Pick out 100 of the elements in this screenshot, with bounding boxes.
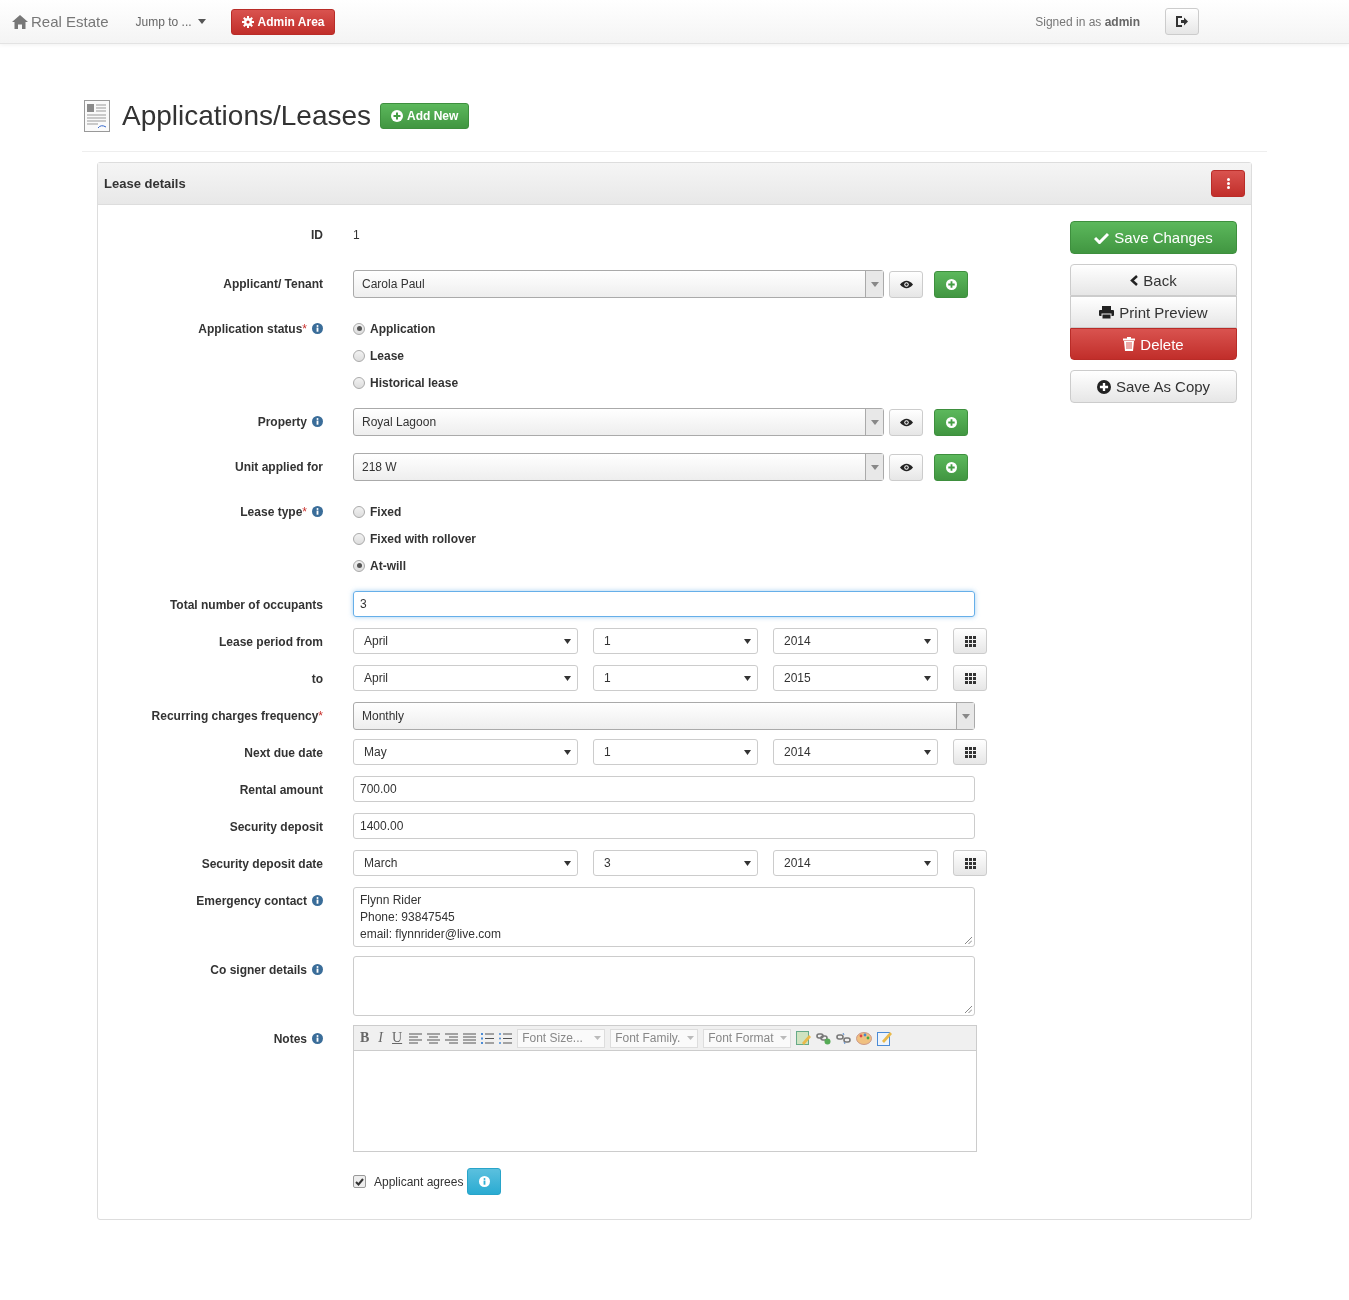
vertical-dots-icon <box>1226 178 1230 189</box>
caret-icon <box>564 749 571 755</box>
caret-icon <box>924 749 931 755</box>
save-as-copy-button[interactable]: Save As Copy <box>1070 370 1237 403</box>
day-dropdown[interactable]: 3 <box>593 850 758 876</box>
admin-area-button[interactable]: Admin Area <box>230 8 336 35</box>
calendar-button[interactable] <box>953 665 987 691</box>
caret-icon <box>924 638 931 644</box>
field-label: Lease type <box>240 505 303 519</box>
delete-button[interactable]: Delete <box>1070 328 1237 360</box>
year-dropdown[interactable]: 2014 <box>773 739 938 765</box>
info-icon[interactable] <box>312 506 323 517</box>
calendar-button[interactable] <box>953 850 987 876</box>
checkbox[interactable] <box>353 1175 366 1188</box>
caret-icon <box>744 675 751 681</box>
field-label: Notes <box>273 1032 307 1046</box>
year-dropdown[interactable]: 2015 <box>773 665 938 691</box>
text-input[interactable]: 700.00 <box>353 776 975 802</box>
caret-icon <box>924 860 931 866</box>
radio-button[interactable] <box>353 505 365 518</box>
print-preview-button[interactable]: Print Preview <box>1070 296 1237 328</box>
back-button[interactable]: Back <box>1070 264 1237 296</box>
combo-box[interactable]: 218 W <box>353 453 884 481</box>
day-dropdown[interactable]: 1 <box>593 665 758 691</box>
required-mark: * <box>302 322 307 336</box>
view-button[interactable] <box>889 453 923 481</box>
info-button[interactable] <box>467 1168 502 1195</box>
caret-icon <box>744 860 751 866</box>
plus-circle-icon <box>945 416 957 428</box>
gear-icon <box>241 15 254 28</box>
calendar-button[interactable] <box>953 628 987 654</box>
view-button[interactable] <box>889 408 923 436</box>
format-button[interactable]: U <box>390 1030 405 1046</box>
format-button[interactable]: I <box>376 1030 385 1046</box>
palette-icon[interactable] <box>856 1031 873 1045</box>
toolbar-dropdown[interactable]: Font Size... <box>517 1028 606 1048</box>
home-icon <box>12 14 28 29</box>
numbered-list-icon[interactable] <box>481 1032 495 1044</box>
field-label: Application status <box>198 322 303 336</box>
signed-in-text: Signed in as admin <box>1035 14 1140 29</box>
radio-label: Application <box>370 321 436 336</box>
resize-grip-icon[interactable] <box>965 1006 972 1013</box>
calendar-grid-icon <box>964 672 976 684</box>
month-dropdown[interactable]: March <box>353 850 578 876</box>
text-input[interactable]: 3 <box>353 591 975 617</box>
jump-to-dropdown[interactable]: Jump to ... <box>135 14 206 29</box>
view-button[interactable] <box>889 270 923 298</box>
combo-box[interactable]: Carola Paul <box>353 270 884 298</box>
format-button[interactable]: B <box>358 1030 372 1046</box>
info-icon[interactable] <box>312 964 323 975</box>
caret-icon <box>594 1036 602 1040</box>
year-dropdown[interactable]: 2014 <box>773 850 938 876</box>
add-button[interactable] <box>934 408 968 436</box>
text-area[interactable]: Flynn Rider Phone: 93847545 email: flynnrider@live.com <box>353 887 975 947</box>
combo-box[interactable]: Royal Lagoon <box>353 408 884 436</box>
calendar-button[interactable] <box>953 739 987 765</box>
info-icon[interactable] <box>312 416 323 427</box>
day-dropdown[interactable]: 1 <box>593 739 758 765</box>
bullet-list-icon[interactable] <box>499 1032 513 1044</box>
info-icon[interactable] <box>312 1033 323 1044</box>
trash-icon <box>1123 337 1136 351</box>
panel-title: Lease details <box>104 176 186 191</box>
month-dropdown[interactable]: May <box>353 739 578 765</box>
page-title: Applications/Leases <box>122 100 372 132</box>
info-icon[interactable] <box>312 323 323 334</box>
combo-box[interactable]: Monthly <box>353 702 975 730</box>
text-input[interactable]: 1400.00 <box>353 813 975 839</box>
check-icon <box>355 1177 364 1186</box>
add-button[interactable] <box>934 270 968 298</box>
day-dropdown[interactable]: 1 <box>593 628 758 654</box>
year-dropdown[interactable]: 2014 <box>773 628 938 654</box>
required-mark: * <box>302 505 307 519</box>
radio-button[interactable] <box>353 559 365 572</box>
field-label: Next due date <box>244 746 323 760</box>
logout-button[interactable] <box>1165 8 1199 35</box>
info-icon[interactable] <box>312 895 323 906</box>
radio-button[interactable] <box>353 349 365 362</box>
toolbar-dropdown[interactable]: Font Format <box>703 1028 792 1048</box>
toolbar-dropdown[interactable]: Font Family. <box>610 1028 699 1048</box>
radio-button[interactable] <box>353 376 365 389</box>
radio-button[interactable] <box>353 532 365 545</box>
add-button[interactable] <box>934 453 968 481</box>
plus-circle-icon <box>1096 379 1111 394</box>
field-label: Rental amount <box>239 783 323 797</box>
field-label: Unit applied for <box>235 460 323 474</box>
more-options-button[interactable] <box>1211 170 1245 197</box>
field-label: Co signer details <box>210 963 307 977</box>
brand-link[interactable]: Real Estate <box>12 13 109 30</box>
caret-icon <box>924 675 931 681</box>
link-icon[interactable] <box>816 1031 832 1045</box>
resize-grip-icon[interactable] <box>965 937 972 944</box>
month-dropdown[interactable]: April <box>353 628 578 654</box>
radio-button[interactable] <box>353 322 365 335</box>
checkbox-label: Applicant agrees <box>374 1174 464 1189</box>
edit-document-icon[interactable] <box>877 1030 893 1046</box>
image-edit-icon[interactable] <box>796 1030 812 1046</box>
eye-icon <box>899 462 913 472</box>
unlink-icon[interactable] <box>836 1031 852 1045</box>
caret-icon <box>687 1036 695 1040</box>
month-dropdown[interactable]: April <box>353 665 578 691</box>
